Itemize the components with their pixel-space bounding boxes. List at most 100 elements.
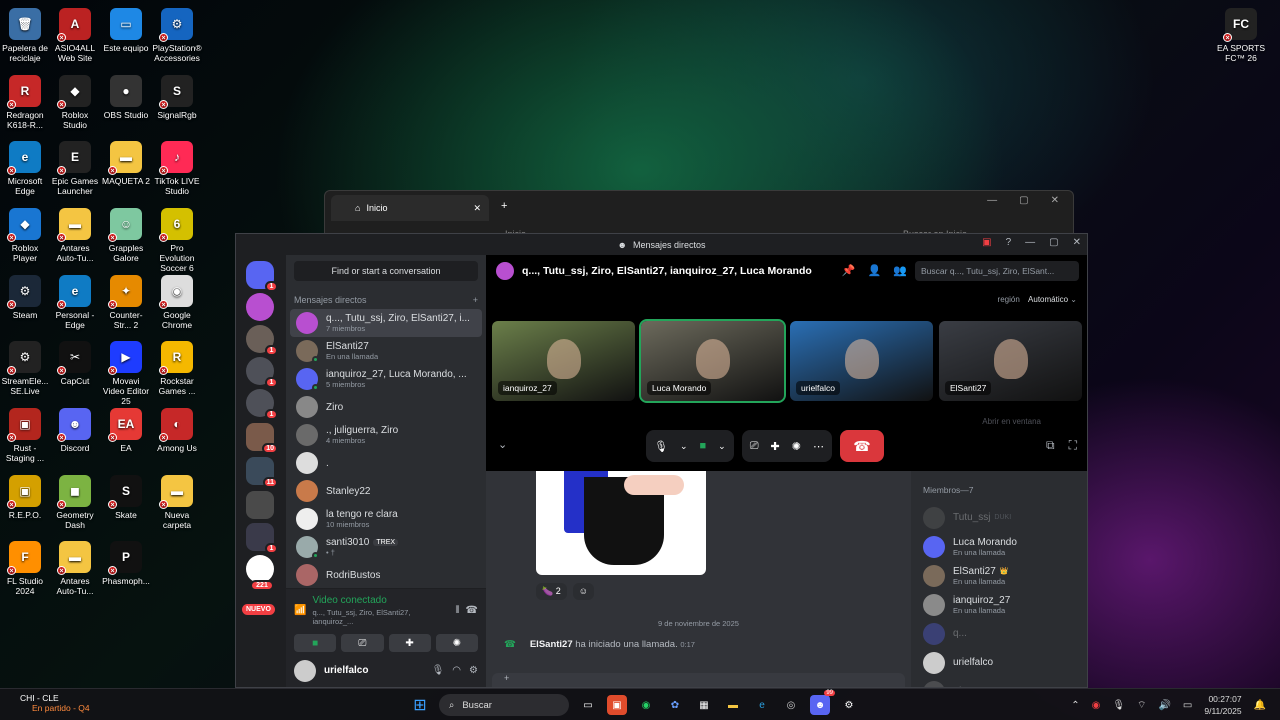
desktop-icon[interactable]: ☺ × Grapples Galore (101, 204, 151, 263)
message-author[interactable]: ElSanti27 (530, 639, 573, 650)
dm-search-input[interactable]: Buscar q..., Tutu_ssj, Ziro, ElSant... (915, 261, 1079, 281)
region-selector[interactable]: región Automático ⌄ (998, 295, 1077, 304)
noise-suppression-icon[interactable]: ⫴ (455, 605, 459, 616)
chevron-down-icon[interactable]: ⌄ (680, 441, 688, 452)
dm-item[interactable]: santi3010 TREX • † (290, 533, 482, 561)
hangup-button[interactable]: ☎ (839, 430, 884, 462)
dm-item[interactable]: la tengo re clara 10 miembros (290, 505, 482, 533)
clock[interactable]: 00:27:07 9/11/2025 (1204, 693, 1241, 717)
dm-item[interactable]: ianquiroz_27, Luca Morando, ... 5 miembro… (290, 365, 482, 393)
close-icon[interactable]: ✕ (1073, 237, 1081, 248)
dm-item[interactable]: ElSanti27 En una llamada (290, 337, 482, 365)
disconnect-icon[interactable]: ☎ (466, 605, 478, 616)
desktop-icon[interactable]: ● OBS Studio (101, 71, 151, 120)
dm-item[interactable]: ., juliguerra, Ziro 4 miembros (290, 421, 482, 449)
settings-icon[interactable]: ⚙ (469, 665, 478, 676)
member-item[interactable]: Ziro (923, 677, 1075, 687)
share-screen-button[interactable]: ⎚ (341, 634, 384, 652)
desktop-icon[interactable]: ▶ × Movavi Video Editor 25 (101, 337, 151, 406)
chevron-down-icon[interactable]: ⌄ (718, 441, 726, 452)
whatsapp-icon[interactable]: ◉ (636, 695, 656, 715)
server-icon[interactable]: 1 (246, 357, 278, 388)
folder-icon[interactable]: ▬ (723, 695, 743, 715)
activities-icon[interactable]: ✚ (771, 440, 780, 453)
battery-icon[interactable]: ▭ (1183, 700, 1192, 711)
start-button[interactable]: ⊞ (410, 695, 430, 715)
desktop-icon[interactable]: ☻ × Discord (50, 404, 100, 453)
edge-icon[interactable]: e (752, 695, 772, 715)
desktop-icon[interactable]: ◼ × Geometry Dash (50, 471, 100, 530)
server-icon[interactable]: 1 (246, 523, 278, 554)
server-icon[interactable] (246, 491, 274, 519)
minimize-icon[interactable]: — (987, 195, 997, 206)
desktop-icon[interactable]: EA × EA (101, 404, 151, 453)
server-icon[interactable]: 11 (246, 457, 278, 488)
close-icon[interactable]: ✕ (1051, 195, 1059, 206)
soundboard-button[interactable]: ✺ (435, 634, 478, 652)
chevron-up-icon[interactable]: ⌃ (1071, 700, 1079, 711)
minimize-icon[interactable]: — (1025, 237, 1035, 248)
desktop-icon[interactable]: E × Epic Games Launcher (50, 137, 100, 196)
desktop-icon[interactable]: ⚙ × PlayStation® Accessories (152, 4, 202, 63)
mic-icon[interactable]: 🎙 (432, 665, 445, 676)
activities-button[interactable]: ✚ (388, 634, 431, 652)
add-dm-icon[interactable]: + (473, 295, 478, 305)
video-tile[interactable]: ElSanti27 (939, 321, 1082, 401)
message-composer[interactable]: + (492, 673, 905, 687)
desktop-icon[interactable]: ▬ × Antares Auto-Tu... (50, 204, 100, 263)
dm-item[interactable]: q..., Tutu_ssj, Ziro, ElSanti27, i... 7 m… (290, 309, 482, 337)
desktop-icon[interactable]: ◐ × Among Us (152, 404, 202, 453)
desktop-icon[interactable]: ✦ × Counter-Str... 2 (101, 271, 151, 330)
desktop-icon[interactable]: F × FL Studio 2024 (0, 537, 50, 596)
store-icon[interactable]: ▦ (694, 695, 714, 715)
desktop-icon[interactable]: ♪ × TikTok LIVE Studio (152, 137, 202, 196)
username[interactable]: urielfalco (324, 665, 368, 676)
voice-status[interactable]: Video conectado (312, 595, 449, 606)
desktop-icon[interactable]: ▬ × Nueva carpeta (152, 471, 202, 530)
desktop-icon[interactable]: R × Rockstar Games ... (152, 337, 202, 396)
app-icon[interactable]: ▣ (607, 695, 627, 715)
dm-item[interactable]: Ziro (290, 393, 482, 421)
server-icon[interactable]: 10 (246, 423, 278, 454)
desktop-icon[interactable]: ▣ × R.E.P.O. (0, 471, 50, 520)
desktop-icon[interactable]: e × Personal - Edge (50, 271, 100, 330)
image-attachment[interactable] (536, 471, 706, 575)
desktop-icon[interactable]: e × Microsoft Edge (0, 137, 50, 196)
close-tab-icon[interactable]: ✕ (473, 203, 481, 214)
dm-item[interactable]: RodriBustos (290, 561, 482, 589)
camera-button[interactable]: ■ (294, 634, 337, 652)
desktop-icon[interactable]: 6 × Pro Evolution Soccer 6 (152, 204, 202, 273)
new-tab-button[interactable]: + (501, 200, 507, 212)
desktop-icon[interactable]: R × Redragon K618-R... (0, 71, 50, 130)
server-icon[interactable]: 221 (246, 555, 274, 591)
taskbar-search[interactable]: ⌕ Buscar (439, 694, 569, 716)
discord-icon[interactable]: ☻ 99 (810, 690, 835, 715)
desktop-icon[interactable]: ▬ × Antares Auto-Tu... (50, 537, 100, 596)
desktop-icon[interactable]: ◉ × Google Chrome (152, 271, 202, 330)
chevron-down-icon[interactable]: ⌄ (498, 438, 507, 451)
desktop-icon[interactable]: A × ASIO4ALL Web Site (50, 4, 100, 63)
soundboard-icon[interactable]: ✺ (792, 440, 801, 453)
member-item[interactable]: urielfalco (923, 648, 1075, 677)
mic-icon[interactable]: 🎙 (654, 440, 668, 453)
task-view-icon[interactable]: ▭ (578, 695, 598, 715)
desktop-icon[interactable]: ▭ Este equipo (101, 4, 151, 53)
headset-icon[interactable]: ◠ (452, 665, 461, 676)
member-item[interactable]: Tutu_ssj DUKI (923, 503, 1075, 532)
maximize-icon[interactable]: ▢ (1019, 195, 1028, 206)
desktop-icon[interactable]: ⚙ × Steam (0, 271, 50, 320)
avatar[interactable] (294, 659, 316, 682)
copilot-icon[interactable]: ✿ (665, 695, 685, 715)
add-friends-icon[interactable]: 👤 (868, 264, 882, 277)
weather-widget[interactable]: CHI - CLE En partido - Q4 (20, 693, 90, 713)
mic-icon[interactable]: 🎙 (1112, 700, 1125, 711)
desktop-icon[interactable]: ▣ × Rust - Staging ... (0, 404, 50, 463)
desktop-icon[interactable]: ✂ × CapCut (50, 337, 100, 386)
settings-icon[interactable]: ⚙ (839, 695, 859, 715)
dm-item[interactable]: . (290, 449, 482, 477)
video-tile[interactable]: ianquiroz_27 (492, 321, 635, 401)
add-reaction-button[interactable]: ☺ (572, 583, 594, 600)
desktop-icon[interactable]: FC × EA SPORTS FC™ 26 (1216, 4, 1266, 63)
desktop-icon[interactable]: S × SignalRgb (152, 71, 202, 120)
desktop-icon[interactable]: ◆ × Roblox Player (0, 204, 50, 263)
